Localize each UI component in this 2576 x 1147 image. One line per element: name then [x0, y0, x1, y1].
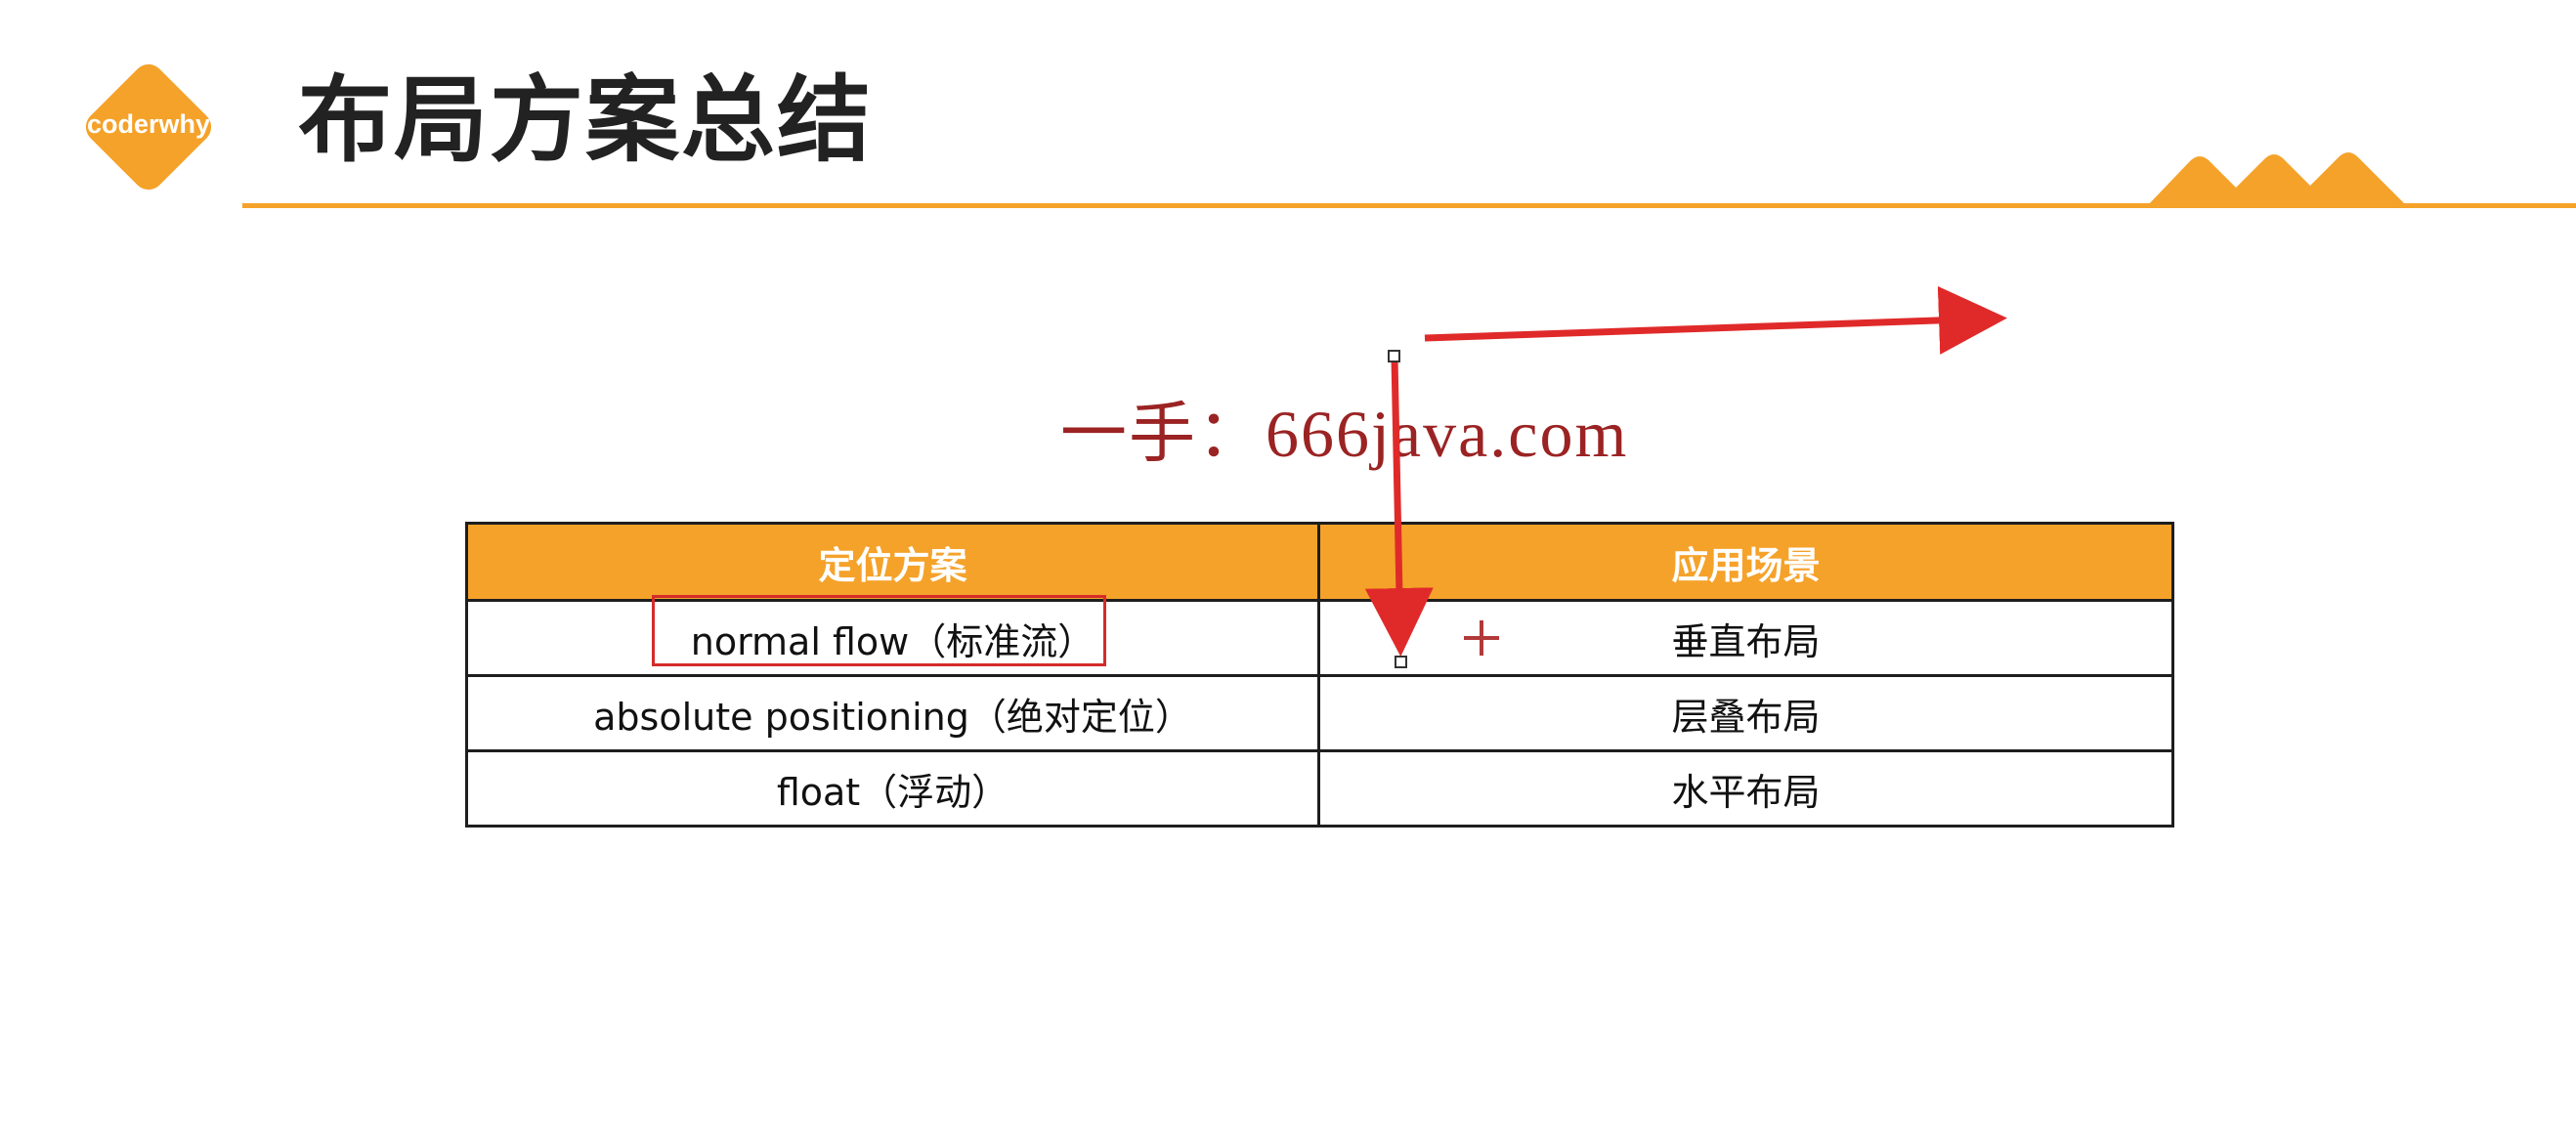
column-header-scenario: 应用场景 [1317, 522, 2174, 602]
table-row: absolute positioning（绝对定位） 层叠布局 [465, 674, 2174, 752]
table-cell-scenario: 水平布局 [1317, 749, 2174, 828]
watermark-text: 一手：666java.com [1060, 397, 1629, 471]
page-title: 布局方案总结 [298, 65, 873, 175]
column-header-positioning: 定位方案 [465, 522, 1320, 602]
table-cell-scheme: float（浮动） [465, 749, 1320, 828]
table-cell-scenario: 垂直布局 [1317, 599, 2174, 677]
slide: coderwhy 布局方案总结 一手：666java.com 定位方案 应用场景… [0, 0, 2576, 1147]
table-header-row: 定位方案 应用场景 [465, 522, 2174, 602]
annotation-highlight-box [652, 595, 1106, 666]
table-cell-scheme: absolute positioning（绝对定位） [465, 674, 1320, 752]
logo-text: coderwhy [86, 109, 211, 139]
table-row: float（浮动） 水平布局 [465, 749, 2174, 828]
mountains-icon [2146, 152, 2408, 207]
table-cell-scenario: 层叠布局 [1317, 674, 2174, 752]
layout-summary-table: 定位方案 应用场景 normal flow（标准流） 垂直布局 absolute… [465, 522, 2174, 828]
arrow-right-icon [1424, 285, 2007, 355]
